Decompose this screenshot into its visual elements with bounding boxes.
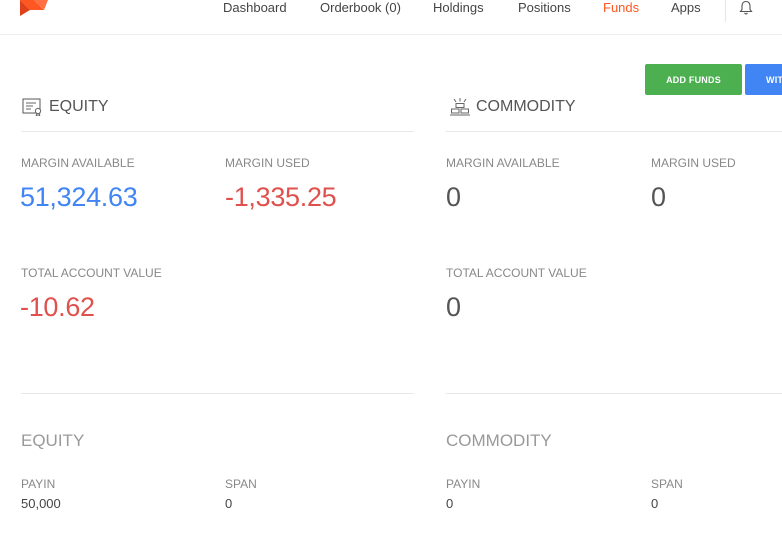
commodity-margin-used-label: MARGIN USED	[651, 156, 736, 170]
nav-dashboard[interactable]: Dashboard	[223, 0, 287, 16]
kite-logo-icon[interactable]	[20, 0, 48, 16]
commodity-span-value: 0	[651, 496, 659, 511]
equity-margin-used-value: -1,335.25	[225, 182, 337, 212]
commodity-margin-available-label: MARGIN AVAILABLE	[446, 156, 560, 170]
commodity-total-label: TOTAL ACCOUNT VALUE	[446, 266, 587, 280]
equity-span-value: 0	[225, 496, 233, 511]
commodity-divider	[446, 131, 782, 132]
top-navbar: Dashboard Orderbook (0) Holdings Positio…	[0, 0, 782, 35]
equity-total-value: -10.62	[20, 292, 95, 322]
commodity-total-value: 0	[446, 292, 461, 322]
add-funds-button[interactable]: ADD FUNDS	[645, 64, 742, 95]
nav-funds[interactable]: Funds	[603, 0, 639, 16]
commodity-margin-used-value: 0	[651, 182, 666, 212]
commodity-margin-available-value: 0	[446, 182, 461, 212]
equity-icon	[22, 98, 42, 116]
commodity-icon	[450, 98, 470, 116]
withdraw-button[interactable]: WITHDRAW	[745, 64, 782, 95]
equity-divider	[21, 131, 414, 132]
equity-detail-divider	[21, 393, 414, 394]
equity-payin-value: 50,000	[21, 496, 61, 511]
nav-apps[interactable]: Apps	[671, 0, 701, 16]
nav-holdings[interactable]: Holdings	[433, 0, 484, 16]
commodity-section-title: COMMODITY	[450, 98, 576, 120]
equity-section-title: EQUITY	[22, 98, 109, 120]
equity-margin-available-value: 51,324.63	[20, 182, 138, 212]
equity-margin-available-label: MARGIN AVAILABLE	[21, 156, 135, 170]
funds-page: Dashboard Orderbook (0) Holdings Positio…	[0, 0, 782, 538]
commodity-detail-title: COMMODITY	[446, 431, 552, 450]
nav-positions[interactable]: Positions	[518, 0, 571, 16]
commodity-span-label: SPAN	[651, 477, 683, 491]
nav-orderbook[interactable]: Orderbook (0)	[320, 0, 401, 16]
commodity-title-text: COMMODITY	[476, 98, 576, 115]
commodity-payin-label: PAYIN	[446, 477, 481, 491]
nav-divider	[725, 0, 726, 22]
commodity-payin-value: 0	[446, 496, 454, 511]
bell-icon[interactable]	[738, 0, 754, 16]
equity-margin-used-label: MARGIN USED	[225, 156, 310, 170]
equity-total-label: TOTAL ACCOUNT VALUE	[21, 266, 162, 280]
commodity-detail-divider	[446, 393, 782, 394]
equity-span-label: SPAN	[225, 477, 257, 491]
equity-detail-title: EQUITY	[21, 431, 85, 450]
equity-payin-label: PAYIN	[21, 477, 56, 491]
equity-title-text: EQUITY	[49, 98, 109, 115]
